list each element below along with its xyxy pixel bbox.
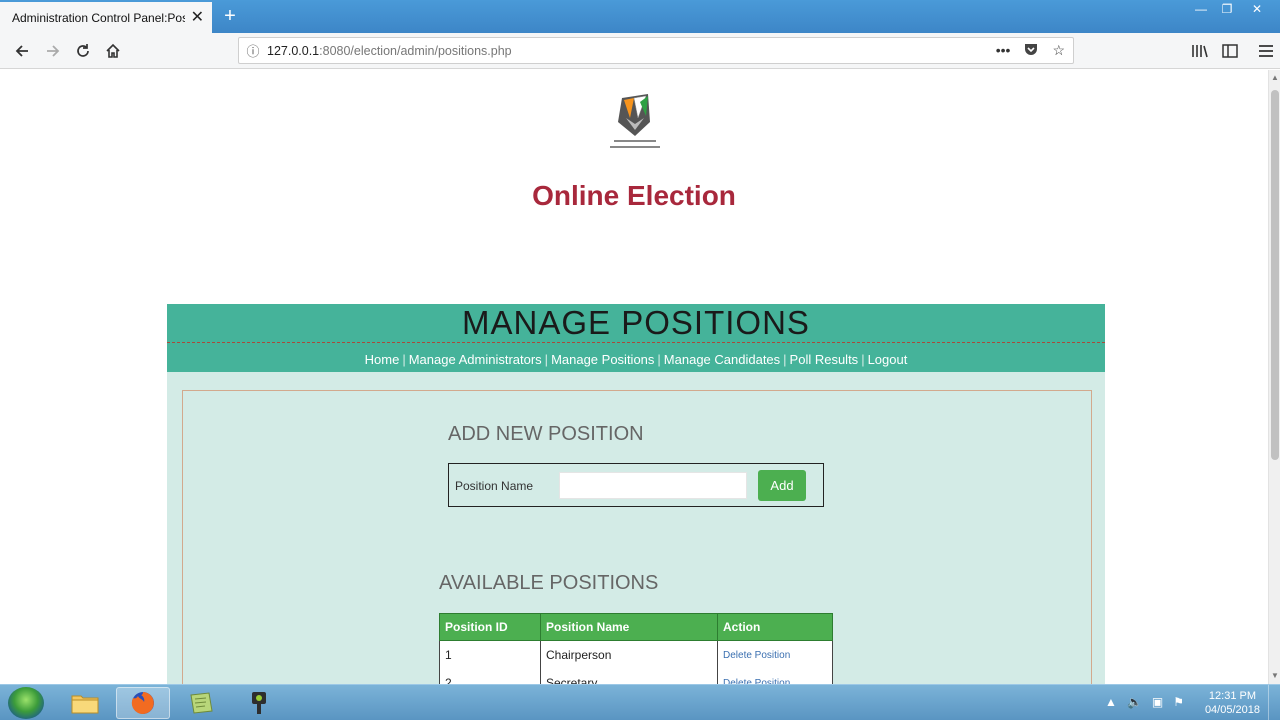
url-text[interactable]: 127.0.0.1:8080/election/admin/positions.…	[267, 44, 996, 58]
info-icon[interactable]: ⓘ	[239, 41, 267, 60]
nav-link-poll-results[interactable]: Poll Results	[790, 352, 859, 367]
clock-date: 04/05/2018	[1204, 704, 1260, 716]
position-name-cell: Chairperson	[540, 640, 718, 669]
position-id-cell: 1	[439, 640, 541, 669]
site-title: Online Election	[532, 180, 736, 211]
position-name-input[interactable]	[559, 472, 747, 499]
file-explorer-icon[interactable]	[58, 687, 112, 719]
hamburger-menu-icon[interactable]	[1254, 39, 1278, 63]
network-icon[interactable]: ▣	[1152, 695, 1163, 709]
nav-separator: |	[402, 352, 406, 367]
table-header-row: Position ID Position Name Action	[439, 613, 833, 641]
nav-link-manage-positions[interactable]: Manage Positions	[551, 352, 654, 367]
windows-taskbar: ▲ 🔈 ▣ ⚑ 12:31 PM 04/05/2018	[0, 684, 1280, 721]
firefox-icon[interactable]	[116, 687, 170, 719]
action-center-icon[interactable]: ⚑	[1173, 695, 1184, 709]
url-bar[interactable]: ⓘ 127.0.0.1:8080/election/admin/position…	[238, 37, 1074, 64]
page-heading: MANAGE POSITIONS	[462, 304, 810, 341]
sidebar-icon[interactable]	[1218, 39, 1242, 63]
table-row: 2 Secretary Delete Position	[439, 669, 833, 684]
url-actions: ••• ☆	[996, 42, 1073, 59]
new-tab-button[interactable]: +	[218, 4, 242, 28]
page-content: Online Election MANAGE POSITIONS Home | Ma…	[0, 70, 1268, 684]
pocket-icon[interactable]	[1024, 42, 1038, 59]
bookmark-star-icon[interactable]: ☆	[1052, 42, 1065, 59]
close-icon[interactable]: ✕	[191, 9, 204, 26]
column-header-action: Action	[717, 613, 833, 641]
restore-icon[interactable]: ❐	[1214, 0, 1240, 20]
manage-positions-header: MANAGE POSITIONS Home | Manage Administrat…	[167, 304, 1105, 372]
table-row: 1 Chairperson Delete Position	[439, 640, 833, 669]
scroll-thumb[interactable]	[1271, 90, 1279, 460]
positions-table: Position ID Position Name Action 1 Chair…	[439, 613, 833, 684]
add-button[interactable]: Add	[758, 470, 806, 501]
add-position-heading: ADD NEW POSITION	[448, 423, 644, 445]
position-name-label: Position Name	[455, 479, 534, 493]
show-desktop-button[interactable]	[1268, 685, 1280, 721]
nav-separator: |	[657, 352, 661, 367]
nav-link-home[interactable]: Home	[365, 352, 400, 367]
start-button-icon[interactable]	[8, 687, 44, 719]
library-icon[interactable]	[1188, 39, 1212, 63]
url-path: :8080/election/admin/positions.php	[319, 43, 512, 58]
volume-icon[interactable]: 🔈	[1127, 695, 1142, 709]
taskbar-clock[interactable]: 12:31 PM 04/05/2018	[1205, 689, 1260, 717]
add-position-form: Position Name Add	[448, 463, 824, 507]
election-commission-logo	[600, 88, 670, 158]
browser-nav-bar: ⓘ 127.0.0.1:8080/election/admin/position…	[0, 33, 1280, 69]
browser-tab-active[interactable]: Administration Control Panel:Positi ✕	[0, 2, 212, 33]
position-name-cell: Secretary	[540, 669, 718, 684]
nav-link-logout[interactable]: Logout	[868, 352, 908, 367]
page-scrollbar[interactable]: ▲ ▼	[1268, 70, 1280, 684]
column-header-position-name: Position Name	[540, 613, 718, 641]
header-divider	[167, 342, 1105, 343]
system-tray: ▲ 🔈 ▣ ⚑	[1105, 695, 1184, 709]
notes-app-icon[interactable]	[174, 687, 228, 719]
forward-arrow-icon[interactable]	[41, 39, 65, 63]
position-id-cell: 2	[439, 669, 541, 684]
reload-icon[interactable]	[71, 39, 95, 63]
nav-separator: |	[861, 352, 865, 367]
url-host: 127.0.0.1	[267, 43, 320, 58]
column-header-position-id: Position ID	[439, 613, 541, 641]
scroll-down-arrow-icon[interactable]: ▼	[1269, 670, 1280, 682]
delete-position-link[interactable]: Delete Position	[717, 669, 833, 684]
window-controls: — ❐ ✕	[1188, 0, 1274, 20]
nav-separator: |	[544, 352, 549, 367]
available-positions-heading: AVAILABLE POSITIONS	[439, 572, 659, 594]
admin-nav: Home | Manage Administrators | Manage Positi…	[167, 352, 1105, 367]
media-app-icon[interactable]	[232, 687, 286, 719]
tray-expand-icon[interactable]: ▲	[1105, 695, 1117, 709]
browser-tab-bar: Administration Control Panel:Positi ✕ + …	[0, 0, 1280, 33]
nav-link-manage-candidates[interactable]: Manage Candidates	[664, 352, 780, 367]
back-arrow-icon[interactable]	[10, 39, 34, 63]
home-icon[interactable]	[101, 39, 125, 63]
tab-title: Administration Control Panel:Positi	[12, 10, 185, 25]
scroll-up-arrow-icon[interactable]: ▲	[1269, 72, 1280, 84]
nav-link-manage-administrators[interactable]: Manage Administrators	[409, 352, 542, 367]
minimize-icon[interactable]: —	[1188, 0, 1214, 20]
page-actions-icon[interactable]: •••	[996, 42, 1011, 59]
window-close-icon[interactable]: ✕	[1240, 0, 1274, 20]
clock-time: 12:31 PM	[1208, 690, 1257, 702]
nav-separator: |	[783, 352, 787, 367]
delete-position-link[interactable]: Delete Position	[717, 640, 833, 669]
